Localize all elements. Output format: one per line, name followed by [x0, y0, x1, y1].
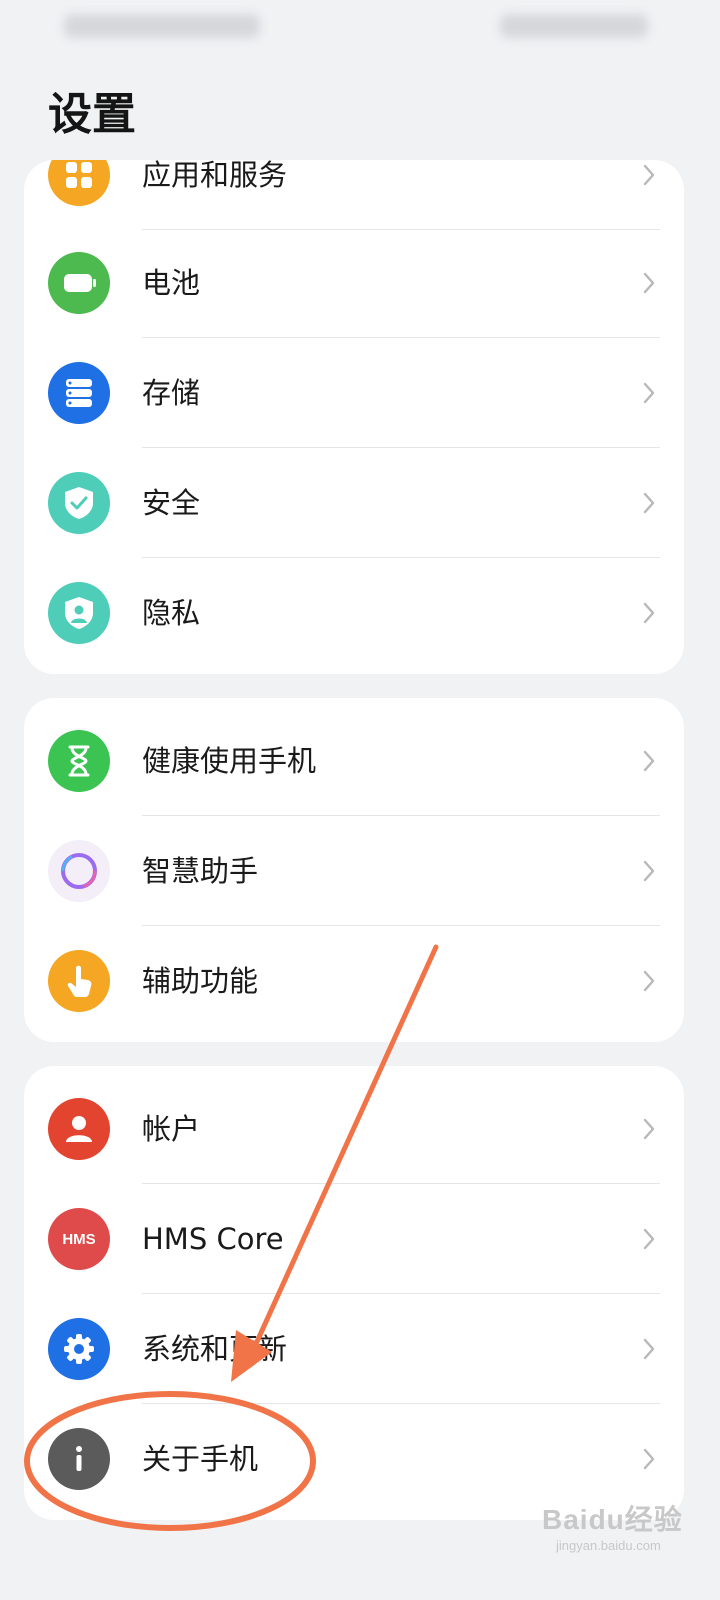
settings-item-label: 安全: [142, 486, 201, 520]
watermark-url: jingyan.baidu.com: [556, 1538, 661, 1553]
settings-group-3: 帐户 HMS HMS Core 系统和更新 关于手机: [24, 1066, 684, 1520]
shield-check-icon: [48, 472, 110, 534]
chevron-right-icon: [643, 382, 655, 404]
settings-item-label: 存储: [142, 376, 201, 410]
hand-pointer-icon: [48, 950, 110, 1012]
storage-icon: [48, 362, 110, 424]
privacy-shield-icon: [48, 582, 110, 644]
page-title: 设置: [48, 89, 136, 140]
hourglass-icon: [48, 730, 110, 792]
settings-item-label: 辅助功能: [142, 964, 259, 998]
hms-icon: HMS: [48, 1208, 110, 1270]
status-carrier-blurred: [64, 14, 260, 38]
settings-item-system-update[interactable]: 系统和更新: [24, 1294, 684, 1404]
apps-icon: [48, 160, 110, 206]
settings-item-label: 系统和更新: [142, 1332, 288, 1366]
settings-item-account[interactable]: 帐户: [24, 1074, 684, 1184]
baidu-jingyan-watermark: Baidu经验 jingyan.baidu.com: [540, 1492, 710, 1562]
chevron-right-icon: [643, 970, 655, 992]
watermark-text: Baidu经验: [542, 1504, 683, 1535]
chevron-right-icon: [643, 1118, 655, 1140]
settings-item-label: 帐户: [142, 1112, 201, 1146]
settings-item-storage[interactable]: 存储: [24, 338, 684, 448]
chevron-right-icon: [643, 1448, 655, 1470]
settings-item-accessibility[interactable]: 辅助功能: [24, 926, 684, 1036]
settings-item-label: 电池: [142, 266, 201, 300]
settings-item-battery[interactable]: 电池: [24, 228, 684, 338]
chevron-right-icon: [643, 1338, 655, 1360]
settings-item-privacy[interactable]: 隐私: [24, 558, 684, 668]
chevron-right-icon: [643, 602, 655, 624]
chevron-right-icon: [643, 750, 655, 772]
hms-icon-text: HMS: [62, 1231, 95, 1248]
battery-icon: [48, 252, 110, 314]
settings-item-label: 关于手机: [142, 1442, 259, 1476]
settings-item-smart-assistant[interactable]: 智慧助手: [24, 816, 684, 926]
assistant-ring-icon: [48, 840, 110, 902]
chevron-right-icon: [643, 164, 655, 186]
settings-item-security[interactable]: 安全: [24, 448, 684, 558]
settings-item-apps-services[interactable]: 应用和服务: [24, 160, 684, 230]
chevron-right-icon: [643, 492, 655, 514]
chevron-right-icon: [643, 860, 655, 882]
account-icon: [48, 1098, 110, 1160]
info-icon: [48, 1428, 110, 1490]
settings-group-1: 应用和服务 电池 存储 安全 隐私: [24, 160, 684, 674]
chevron-right-icon: [643, 1228, 655, 1250]
settings-item-label: 隐私: [142, 596, 201, 630]
gear-icon: [48, 1318, 110, 1380]
status-bar: [0, 0, 720, 56]
settings-item-digital-balance[interactable]: 健康使用手机: [24, 706, 684, 816]
status-indicators-blurred: [500, 14, 648, 38]
settings-item-label: 智慧助手: [142, 854, 259, 888]
settings-item-label: 应用和服务: [142, 160, 288, 192]
settings-item-label: HMS Core: [142, 1222, 284, 1256]
settings-group-2: 健康使用手机 智慧助手 辅助功能: [24, 698, 684, 1042]
settings-item-label: 健康使用手机: [142, 744, 317, 778]
chevron-right-icon: [643, 272, 655, 294]
settings-item-hms-core[interactable]: HMS HMS Core: [24, 1184, 684, 1294]
